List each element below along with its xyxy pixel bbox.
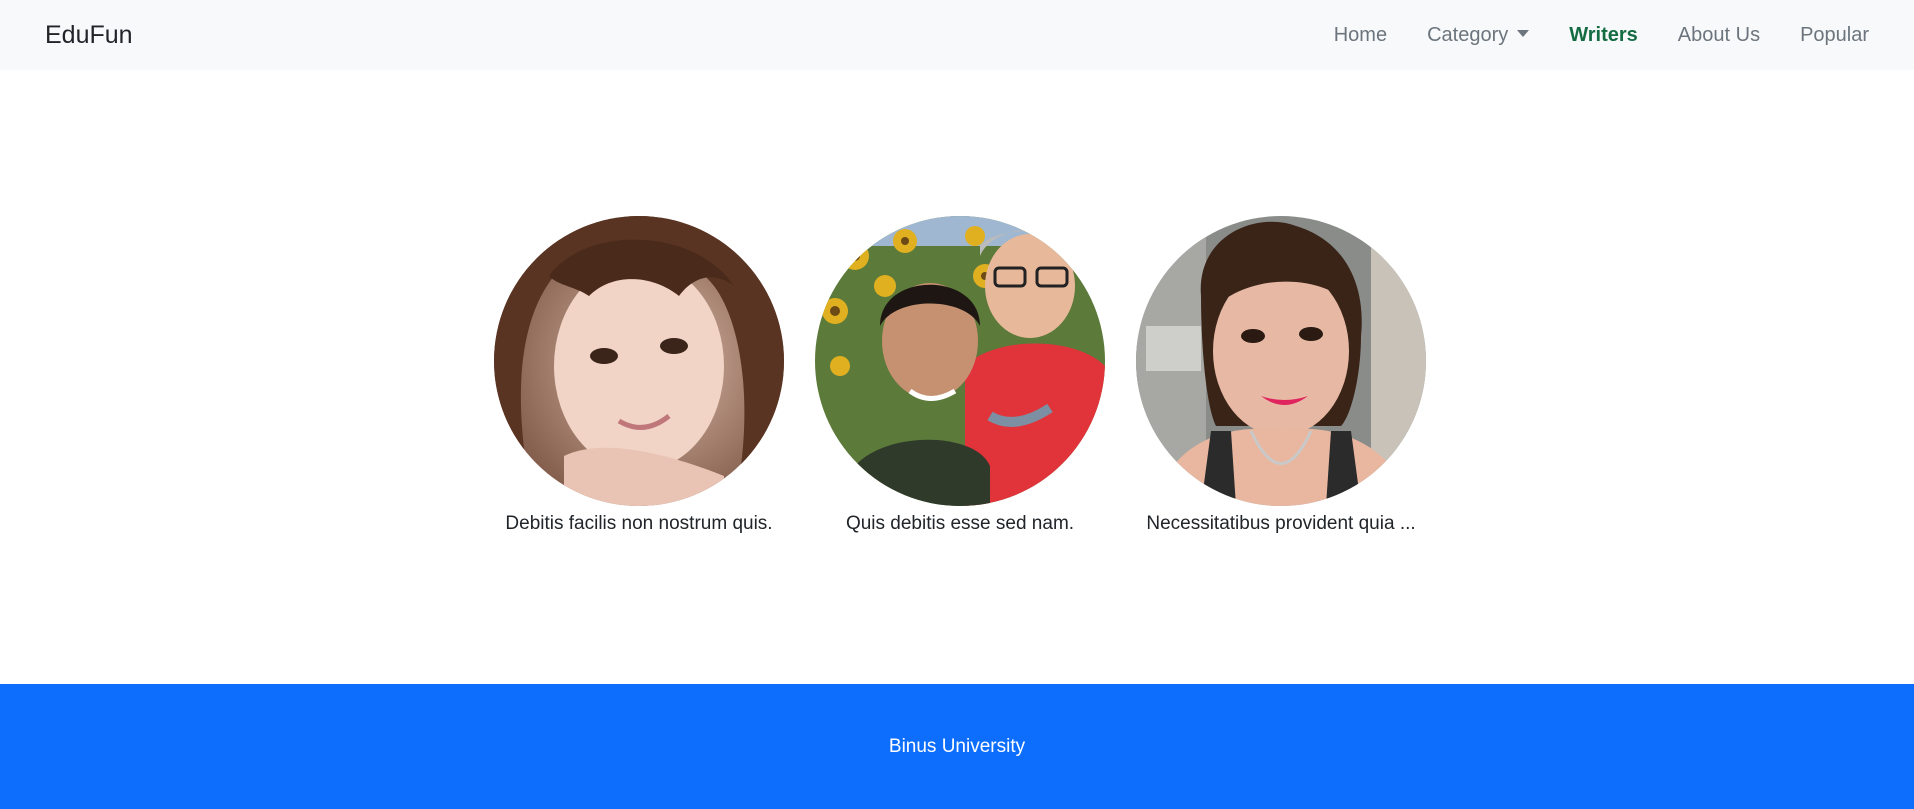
footer-text: Binus University (888, 735, 1026, 757)
nav-links: Home Category Writers About Us Popular (1314, 0, 1869, 70)
writer-name[interactable]: Necessitatibus provident quia ... (1146, 510, 1415, 538)
nav-home[interactable]: Home (1314, 0, 1407, 70)
writer-name[interactable]: Debitis facilis non nostrum quis. (505, 510, 772, 538)
nav-about-us[interactable]: About Us (1658, 0, 1780, 70)
nav-category-dropdown[interactable]: Category (1407, 0, 1549, 70)
writer-name[interactable]: Quis debitis esse sed nam. (846, 510, 1074, 538)
navbar: EduFun Home Category Writers About Us Po… (0, 0, 1914, 70)
caret-down-icon (1517, 29, 1530, 37)
nav-category-label: Category (1427, 24, 1509, 46)
nav-popular[interactable]: Popular (1780, 0, 1869, 70)
writer-avatar[interactable] (1136, 216, 1426, 506)
writer-card[interactable]: Necessitatibus provident quia ... (1136, 216, 1426, 538)
writer-avatar[interactable] (494, 216, 784, 506)
writer-card[interactable]: Quis debitis esse sed nam. (815, 216, 1105, 538)
writer-avatar[interactable] (815, 216, 1105, 506)
footer: Binus University (0, 684, 1914, 809)
writer-card[interactable]: Debitis facilis non nostrum quis. (494, 216, 784, 538)
writers-list: Debitis facilis non nostrum quis. Quis d… (494, 216, 1426, 538)
brand-logo[interactable]: EduFun (45, 19, 133, 51)
nav-writers[interactable]: Writers (1549, 0, 1658, 70)
